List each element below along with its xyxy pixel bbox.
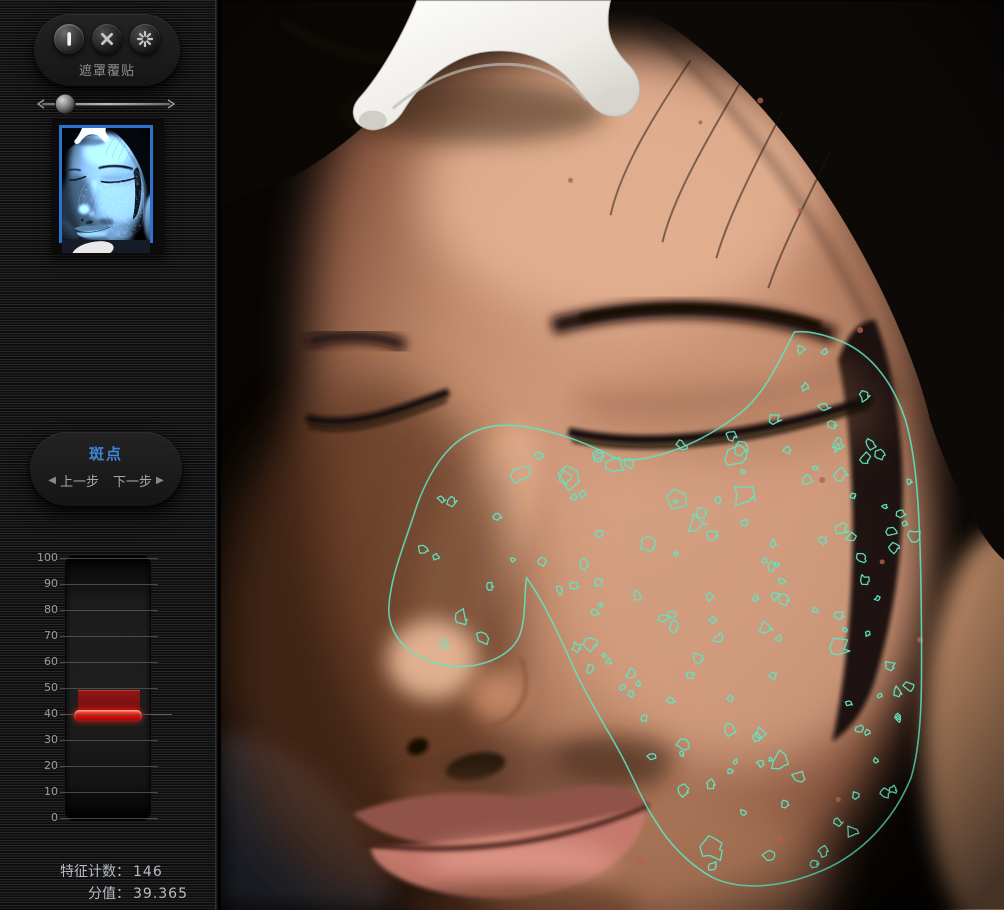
mask-toggle-button[interactable] xyxy=(54,24,84,54)
feature-count-value: 146 xyxy=(133,864,163,880)
gauge-gridline xyxy=(60,818,158,819)
gauge-gridline xyxy=(60,792,158,793)
gauge-gridline xyxy=(60,558,158,559)
gauge-tick-label: 40 xyxy=(44,707,58,720)
feature-step-group: 斑点 ◀ 上一步 下一步 ▶ xyxy=(30,432,182,506)
gauge-tick-label: 60 xyxy=(44,655,58,668)
gauge-tick-label: 10 xyxy=(44,785,58,798)
gauge-tick-label: 90 xyxy=(44,577,58,590)
score-gauge: 100 90 80 70 60 50 40 30 20 10 0 xyxy=(0,551,200,832)
gauge-value-marker xyxy=(74,710,142,722)
score-label: 分值： xyxy=(88,886,130,902)
gauge-gridline xyxy=(60,688,158,689)
thumbnail-image xyxy=(62,128,150,240)
gauge-tick-label: 70 xyxy=(44,629,58,642)
score-value: 39.365 xyxy=(133,886,188,902)
asterisk-icon xyxy=(136,30,154,48)
gauge-tick-label: 50 xyxy=(44,681,58,694)
gauge-gridline xyxy=(60,662,158,663)
feature-count-label: 特征计数： xyxy=(60,864,130,880)
gauge-gridline xyxy=(60,766,158,767)
current-feature-label: 斑点 xyxy=(88,445,123,463)
next-step-button[interactable]: 下一步 ▶ xyxy=(113,471,164,490)
gauge-tick-label: 20 xyxy=(44,759,58,772)
gauge-tick-label: 0 xyxy=(51,811,58,824)
gauge-tick-label: 100 xyxy=(37,551,58,564)
prev-step-label: 上一步 xyxy=(59,475,99,490)
gauge-gridline xyxy=(60,740,158,741)
score-row: 分值： 39.365 xyxy=(0,883,210,905)
thumbnail-strip xyxy=(52,119,164,255)
gauge-tick-label: 30 xyxy=(44,733,58,746)
prev-arrow-icon: ◀ xyxy=(48,475,56,486)
gauge-gridline xyxy=(60,636,158,637)
mask-refresh-button[interactable] xyxy=(130,24,160,54)
next-step-label: 下一步 xyxy=(113,475,153,490)
gauge-gridline xyxy=(60,584,158,585)
prev-step-button[interactable]: ◀ 上一步 xyxy=(48,471,99,490)
analysis-photo-viewport xyxy=(221,0,1004,910)
analysis-photo xyxy=(221,0,1004,910)
mask-off-button[interactable] xyxy=(92,24,122,54)
mask-opacity-slider[interactable] xyxy=(36,92,176,116)
gauge-gridline xyxy=(60,610,158,611)
skin-analysis-app: 遮罩覆贴 斑点 ◀ 上一步 下一步 ▶ 100 90 80 70 60 50 4… xyxy=(0,0,1004,910)
next-thumbnail-sliver[interactable] xyxy=(62,240,150,253)
gauge-gridline xyxy=(60,714,172,715)
feature-count-row: 特征计数： 146 xyxy=(0,861,210,883)
mask-tool-label: 遮罩覆贴 xyxy=(78,64,135,79)
control-sidebar: 遮罩覆贴 斑点 ◀ 上一步 下一步 ▶ 100 90 80 70 60 50 4… xyxy=(0,0,218,910)
capture-thumbnail-selected[interactable] xyxy=(59,125,153,243)
slider-knob[interactable] xyxy=(54,93,76,115)
next-arrow-icon: ▶ xyxy=(156,475,164,486)
stats-panel: 特征计数： 146 分值： 39.365 xyxy=(0,861,210,905)
close-x-icon xyxy=(101,33,113,45)
mask-tool-group: 遮罩覆贴 xyxy=(34,14,180,86)
toggle-bar-icon xyxy=(67,32,72,46)
gauge-tick-label: 80 xyxy=(44,603,58,616)
